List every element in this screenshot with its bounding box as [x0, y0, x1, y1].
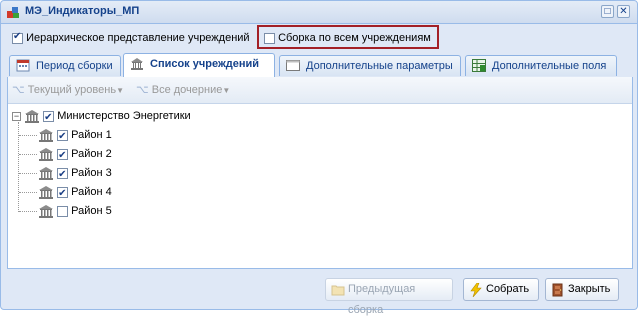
- lightning-icon: [470, 283, 482, 297]
- tree-item[interactable]: Район 2: [38, 145, 112, 165]
- tree-toolbar: ⌥ Текущий уровень▼ ⌥ Все дочерние▼: [8, 77, 632, 104]
- tree-item[interactable]: Район 1: [38, 126, 112, 146]
- tree-item[interactable]: Район 5: [38, 202, 112, 220]
- form-icon: [286, 60, 300, 71]
- tree-item-label: Район 2: [71, 148, 112, 161]
- door-exit-icon: [552, 283, 563, 297]
- chevron-down-icon: ▼: [222, 86, 231, 95]
- tab-extra-fields[interactable]: Дополнительные поля: [465, 55, 617, 76]
- app-icon: [7, 7, 19, 18]
- window-title: МЭ_Индикаторы_МП: [25, 5, 140, 17]
- building-icon: [25, 110, 40, 124]
- tab-institutions-label: Список учреждений: [150, 58, 260, 70]
- close-label: Закрыть: [568, 283, 611, 295]
- tree-item-checkbox[interactable]: [57, 147, 69, 165]
- tree-connector: [19, 135, 37, 136]
- dialog-window: МЭ_Индикаторы_МП □ ✕ Иерархическое предс…: [0, 0, 638, 316]
- previous-collection-label: Предыдущая сборка: [348, 283, 416, 316]
- building-icon: [131, 58, 143, 70]
- title-bar[interactable]: МЭ_Индикаторы_МП □ ✕: [1, 1, 637, 24]
- institutions-panel: ⌥ Текущий уровень▼ ⌥ Все дочерние▼ − Мин…: [7, 77, 633, 269]
- tree-root-label: Министерство Энергетики: [57, 110, 191, 123]
- highlight-box: [257, 25, 439, 49]
- table-icon: [472, 59, 486, 72]
- tree-item[interactable]: Район 4: [38, 183, 112, 203]
- tree-item-label: Район 4: [71, 186, 112, 199]
- previous-collection-button[interactable]: Предыдущая сборка: [325, 278, 453, 316]
- tab-period-label: Период сборки: [36, 60, 113, 72]
- calendar-icon: [16, 59, 30, 72]
- collect-button[interactable]: Собрать: [463, 278, 539, 301]
- tree-item-label: Район 1: [71, 129, 112, 142]
- tree-item-label: Район 3: [71, 167, 112, 180]
- current-level-label: Текущий уровень: [27, 84, 117, 96]
- tree-item-checkbox[interactable]: [57, 166, 69, 184]
- collapse-icon[interactable]: −: [12, 111, 21, 121]
- all-children-label: Все дочерние: [151, 84, 223, 96]
- tree-item-label: Район 5: [71, 205, 112, 218]
- chevron-down-icon: ▼: [116, 86, 124, 95]
- hierarchical-label: Иерархическое представление учреждений: [26, 32, 250, 45]
- tree-item[interactable]: Район 3: [38, 164, 112, 184]
- tab-strip: Период сборки Список учреждений Дополнит…: [7, 53, 633, 78]
- tab-extra-params-label: Дополнительные параметры: [306, 60, 453, 72]
- building-icon: [39, 186, 53, 200]
- folder-icon: [331, 285, 345, 296]
- building-icon: [39, 205, 53, 219]
- tree-root-checkbox[interactable]: [43, 109, 55, 127]
- tab-extra-params[interactable]: Дополнительные параметры: [279, 55, 461, 76]
- tab-period[interactable]: Период сборки: [9, 55, 121, 76]
- collect-label: Собрать: [486, 283, 530, 295]
- building-icon: [39, 148, 53, 162]
- tree-root[interactable]: − Министерство Энергетики: [12, 107, 191, 127]
- building-icon: [39, 129, 53, 143]
- hierarchy-icon: ⌥: [136, 84, 149, 96]
- tab-extra-fields-label: Дополнительные поля: [492, 60, 607, 72]
- hierarchical-checkbox[interactable]: [12, 31, 23, 44]
- all-children-button[interactable]: ⌥ Все дочерние▼: [136, 83, 230, 96]
- tree-connector: [19, 211, 37, 212]
- maximize-icon[interactable]: □: [601, 5, 614, 18]
- building-icon: [39, 167, 53, 181]
- tree-item-checkbox[interactable]: [57, 128, 69, 146]
- current-level-button[interactable]: ⌥ Текущий уровень▼: [12, 83, 124, 96]
- tree-item-checkbox[interactable]: [57, 185, 69, 203]
- tab-institutions[interactable]: Список учреждений: [123, 53, 275, 78]
- tree-item-checkbox[interactable]: [57, 205, 69, 217]
- tree-connector: [19, 154, 37, 155]
- tree-connector: [19, 192, 37, 193]
- close-button[interactable]: Закрыть: [545, 278, 619, 301]
- close-icon[interactable]: ✕: [617, 5, 630, 18]
- hierarchy-icon: ⌥: [12, 84, 25, 96]
- tree-connector: [19, 173, 37, 174]
